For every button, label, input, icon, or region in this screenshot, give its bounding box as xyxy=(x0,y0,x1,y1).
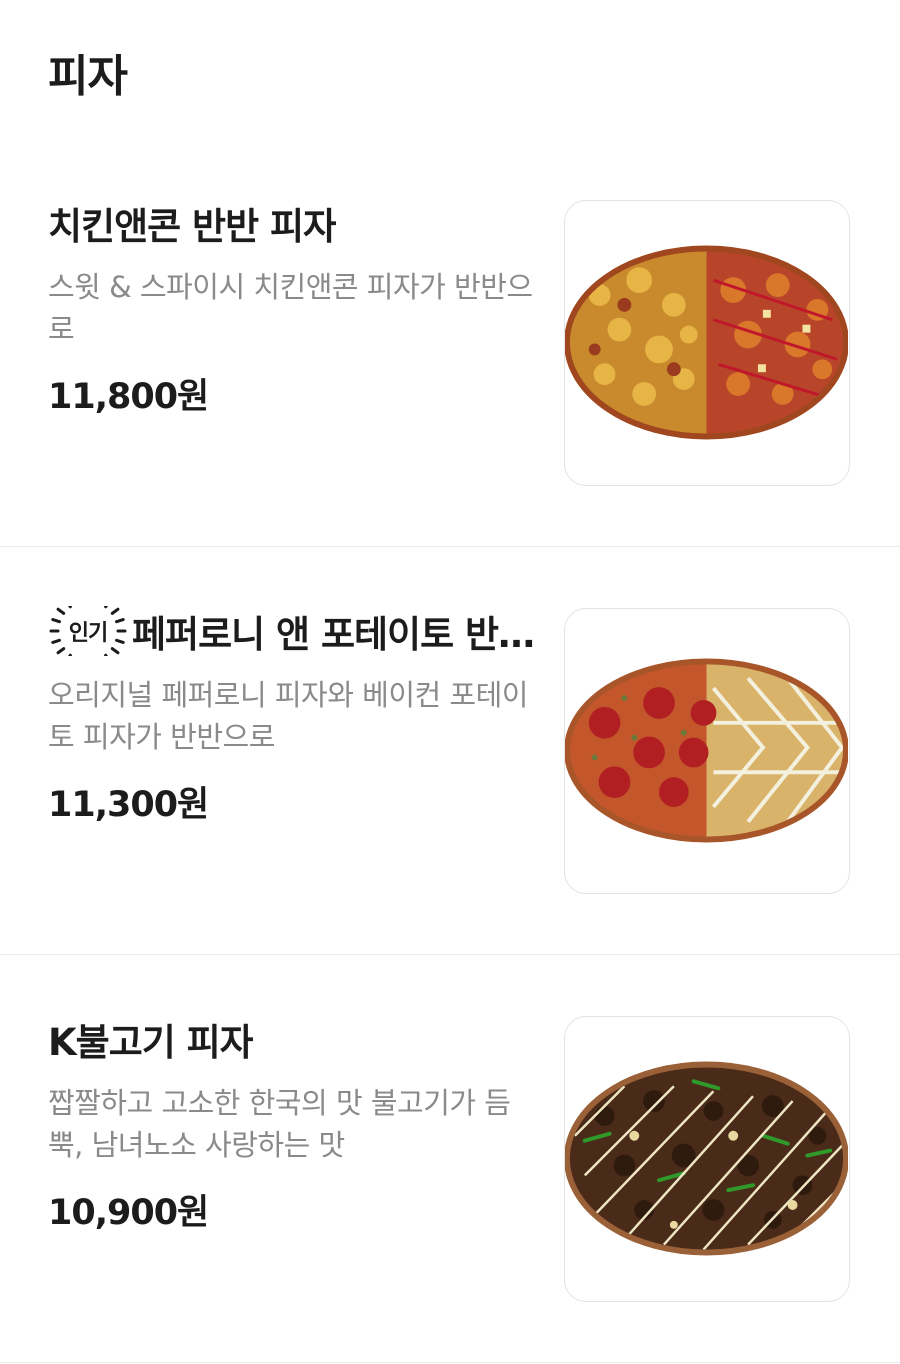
k-bulgogi-pizza-image xyxy=(565,1061,848,1256)
menu-item-description: 오리지널 페퍼로니 피자와 베이컨 포테이토 피자가 반반으로 xyxy=(48,678,528,754)
badge-ray xyxy=(110,647,120,655)
page-title: 피자 xyxy=(48,51,128,102)
menu-item-description: 짭짤하고 고소한 한국의 맛 불고기가 듬뿍, 남녀노소 사랑하는 맛 xyxy=(48,1086,511,1162)
menu-item-price: 10,900원 xyxy=(48,1193,209,1233)
item-divider xyxy=(0,546,900,547)
menu-item-name: 인기 페퍼로니 앤 포테이토 반반 피자 xyxy=(48,606,543,656)
badge-ray xyxy=(51,618,61,624)
menu-item-name-text: 치킨앤콘 반반 피자 xyxy=(48,205,337,248)
menu-item-description: 스윗 & 스파이시 치킨앤콘 피자가 반반으로 xyxy=(48,270,533,346)
item-divider xyxy=(0,954,900,955)
badge-ray xyxy=(104,606,109,609)
menu-item-name: K불고기 피자 xyxy=(48,1014,543,1064)
menu-item-name: 치킨앤콘 반반 피자 xyxy=(48,198,543,248)
menu-item-pepperoni-potato-half-pizza[interactable]: 인기 페퍼로니 앤 포테이토 반반 피자 오리지널 페퍼로니 피자와 베이컨 포… xyxy=(0,548,900,956)
menu-item-k-bulgogi-pizza[interactable]: K불고기 피자 짭짤하고 고소한 한국의 맛 불고기가 듬뿍, 남녀노소 사랑하… xyxy=(0,956,900,1364)
item-divider xyxy=(0,1362,900,1363)
menu-item-chicken-corn-half-pizza[interactable]: 치킨앤콘 반반 피자 스윗 & 스파이시 치킨앤콘 피자가 반반으로 11,80… xyxy=(0,140,900,548)
popular-badge-label: 인기 xyxy=(69,621,107,646)
menu-item-image xyxy=(564,200,850,486)
popular-badge: 인기 xyxy=(48,606,128,656)
popular-badge-icon: 인기 xyxy=(49,606,127,656)
pepperoni-potato-half-pizza-image xyxy=(565,658,848,843)
menu-item-info: 인기 페퍼로니 앤 포테이토 반반 피자 오리지널 페퍼로니 피자와 베이컨 포… xyxy=(48,606,543,827)
badge-ray xyxy=(67,606,72,609)
badge-ray xyxy=(67,653,72,656)
menu-item-name-text: K불고기 피자 xyxy=(48,1021,253,1064)
menu-item-info: 치킨앤콘 반반 피자 스윗 & 스파이시 치킨앤콘 피자가 반반으로 11,80… xyxy=(48,198,543,419)
badge-ray xyxy=(104,653,109,656)
badge-ray xyxy=(110,607,120,615)
menu-item-price: 11,300원 xyxy=(48,785,209,825)
badge-ray xyxy=(51,638,61,644)
menu-item-info: K불고기 피자 짭짤하고 고소한 한국의 맛 불고기가 듬뿍, 남녀노소 사랑하… xyxy=(48,1014,543,1235)
badge-ray xyxy=(56,607,66,615)
menu-item-price: 11,800원 xyxy=(48,377,209,417)
menu-item-image xyxy=(564,1016,850,1302)
badge-ray xyxy=(115,618,125,624)
badge-ray xyxy=(115,638,125,644)
menu-item-image xyxy=(564,608,850,894)
menu-item-name-text: 페퍼로니 앤 포테이토 반반 피자 xyxy=(132,613,543,656)
chicken-corn-half-pizza-image xyxy=(565,245,848,440)
badge-ray xyxy=(56,647,66,655)
